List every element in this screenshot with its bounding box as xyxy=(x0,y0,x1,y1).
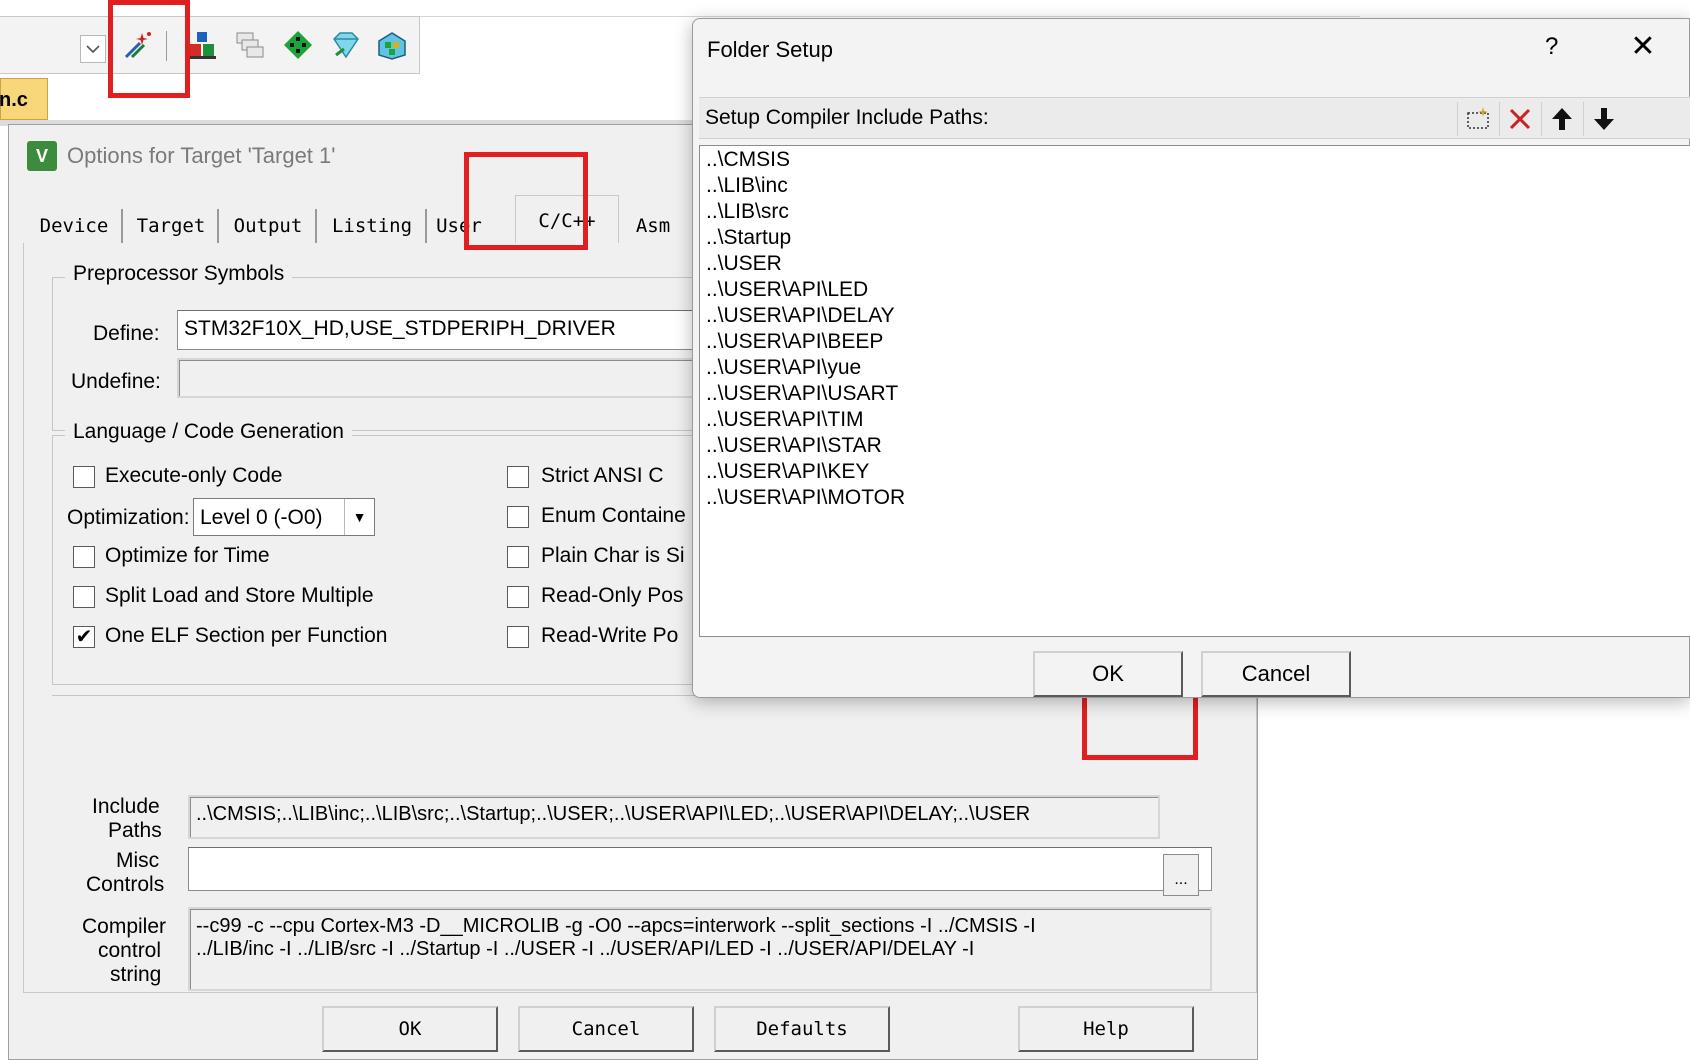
compiler-string-line-2: ../LIB/inc -I ../LIB/src -I ../Startup -… xyxy=(196,938,975,960)
one-elf-label: One ELF Section per Function xyxy=(105,624,388,647)
list-item[interactable]: ..\USER\API\yue xyxy=(706,356,861,380)
green-diamond-icon xyxy=(284,31,312,59)
component-box-icon xyxy=(378,32,406,60)
manage-multi-project-button[interactable] xyxy=(232,27,268,63)
stacked-windows-icon xyxy=(236,32,264,58)
include-paths-label-1: Include xyxy=(92,795,160,818)
tab-target[interactable]: Target xyxy=(125,209,219,243)
arrow-up-icon xyxy=(1551,108,1572,130)
list-item[interactable]: ..\USER\API\MOTOR xyxy=(706,486,905,510)
ide-toolbar xyxy=(0,16,420,74)
plain-char-label: Plain Char is Si xyxy=(541,544,685,567)
include-paths-label-2: Paths xyxy=(108,819,162,842)
list-item[interactable]: ..\USER\API\KEY xyxy=(706,460,869,484)
gem-icon xyxy=(333,32,359,59)
list-item[interactable]: ..\USER\API\BEEP xyxy=(706,330,883,354)
execute-only-checkbox[interactable] xyxy=(73,466,95,488)
enum-container-checkbox[interactable] xyxy=(507,506,529,528)
software-packs-button[interactable] xyxy=(374,27,410,63)
split-load-label: Split Load and Store Multiple xyxy=(105,584,374,607)
define-label: Define: xyxy=(93,322,160,345)
compiler-label-2: control xyxy=(98,939,162,962)
dialog-title: Options for Target 'Target 1' xyxy=(67,143,336,168)
folder-setup-ok-button[interactable]: OK xyxy=(1033,651,1183,697)
list-item[interactable]: ..\CMSIS xyxy=(706,148,790,172)
defaults-button[interactable]: Defaults xyxy=(714,1006,890,1052)
language-legend: Language / Code Generation xyxy=(65,420,352,444)
optimize-time-checkbox[interactable] xyxy=(73,546,95,568)
tab-listing[interactable]: Listing xyxy=(319,209,427,243)
enum-container-label: Enum Containe xyxy=(541,504,686,527)
optimize-time-label: Optimize for Time xyxy=(105,544,270,567)
preprocessor-legend: Preprocessor Symbols xyxy=(65,262,293,286)
optimization-label: Optimization: xyxy=(67,506,190,529)
help-button[interactable]: Help xyxy=(1018,1006,1194,1052)
optimization-value: Level 0 (-O0) xyxy=(200,506,323,529)
move-up-button[interactable] xyxy=(1541,102,1581,136)
strict-ansi-label: Strict ANSI C xyxy=(541,464,664,487)
tab-asm[interactable]: Asm xyxy=(621,209,685,243)
one-elf-checkbox[interactable]: ✔ xyxy=(73,626,95,648)
compiler-control-string: --c99 -c --cpu Cortex-M3 -D__MICROLIB -g… xyxy=(188,907,1212,991)
ok-button[interactable]: OK xyxy=(322,1006,498,1052)
list-item[interactable]: ..\USER xyxy=(706,252,782,276)
misc-controls-label-1: Misc xyxy=(116,849,160,872)
folder-setup-title: Folder Setup xyxy=(707,37,833,62)
list-item[interactable]: ..\USER\API\TIM xyxy=(706,408,864,432)
folder-setup-header: Setup Compiler Include Paths: xyxy=(699,97,1690,139)
delete-path-button[interactable] xyxy=(1499,102,1539,136)
include-paths-header-label: Setup Compiler Include Paths: xyxy=(705,106,989,129)
read-write-pos-checkbox[interactable] xyxy=(507,626,529,648)
split-load-checkbox[interactable] xyxy=(73,586,95,608)
list-item[interactable]: ..\USER\API\DELAY xyxy=(706,304,895,328)
highlight-box-toolbar xyxy=(108,0,190,98)
strict-ansi-checkbox[interactable] xyxy=(507,466,529,488)
list-item[interactable]: ..\LIB\src xyxy=(706,200,789,224)
project-items-icon xyxy=(188,32,216,59)
misc-controls-label-2: Controls xyxy=(86,873,165,896)
list-item[interactable]: ..\USER\API\STAR xyxy=(706,434,882,458)
list-item[interactable]: ..\USER\API\LED xyxy=(706,278,868,302)
undefine-label: Undefine: xyxy=(71,370,161,393)
editor-file-tab[interactable]: n.c xyxy=(0,78,48,120)
list-item[interactable]: ..\LIB\inc xyxy=(706,174,788,198)
plain-char-checkbox[interactable] xyxy=(507,546,529,568)
highlight-box-c-cpp-tab xyxy=(464,152,588,250)
pack-installer-button[interactable] xyxy=(328,27,364,63)
help-icon[interactable]: ? xyxy=(1545,33,1558,61)
compiler-label-3: string xyxy=(110,963,162,986)
include-paths-list: ..\CMSIS ..\LIB\inc ..\LIB\src ..\Startu… xyxy=(699,145,1690,637)
optimization-select[interactable]: Level 0 (-O0) ▼ xyxy=(193,498,375,536)
chevron-down-icon xyxy=(86,45,100,54)
tab-output[interactable]: Output xyxy=(221,209,317,243)
execute-only-label: Execute-only Code xyxy=(105,464,283,487)
tab-device[interactable]: Device xyxy=(27,209,123,243)
move-down-button[interactable] xyxy=(1583,102,1623,136)
read-only-pos-checkbox[interactable] xyxy=(507,586,529,608)
new-folder-button[interactable] xyxy=(1457,102,1497,136)
checkmark-icon: ✔ xyxy=(75,626,93,648)
toolbar-dropdown[interactable] xyxy=(80,35,106,63)
dropdown-arrow-icon: ▼ xyxy=(344,499,374,535)
include-paths-input[interactable]: ..\CMSIS;..\LIB\inc;..\LIB\src;..\Startu… xyxy=(188,795,1160,839)
cancel-button[interactable]: Cancel xyxy=(518,1006,694,1052)
compiler-string-line-1: --c99 -c --cpu Cortex-M3 -D__MICROLIB -g… xyxy=(196,915,1036,937)
keil-logo-icon: V xyxy=(27,141,57,171)
read-write-pos-label: Read-Write Po xyxy=(541,624,679,647)
new-item-icon xyxy=(1466,107,1489,129)
include-paths-browse-button[interactable]: ... xyxy=(1163,854,1199,896)
toolbar-divider xyxy=(420,16,1360,17)
list-item[interactable]: ..\USER\API\USART xyxy=(706,382,898,406)
compiler-label-1: Compiler xyxy=(82,915,167,938)
folder-setup-cancel-button[interactable]: Cancel xyxy=(1201,651,1351,697)
folder-setup-dialog: Folder Setup ? ✕ Setup Compiler Include … xyxy=(692,18,1690,698)
list-item[interactable]: ..\Startup xyxy=(706,226,791,250)
misc-controls-input[interactable] xyxy=(188,847,1212,891)
arrow-down-icon xyxy=(1593,108,1614,130)
close-icon[interactable]: ✕ xyxy=(1623,29,1663,64)
read-only-pos-label: Read-Only Pos xyxy=(541,584,684,607)
select-packs-button[interactable] xyxy=(280,27,316,63)
delete-x-icon xyxy=(1509,108,1530,130)
